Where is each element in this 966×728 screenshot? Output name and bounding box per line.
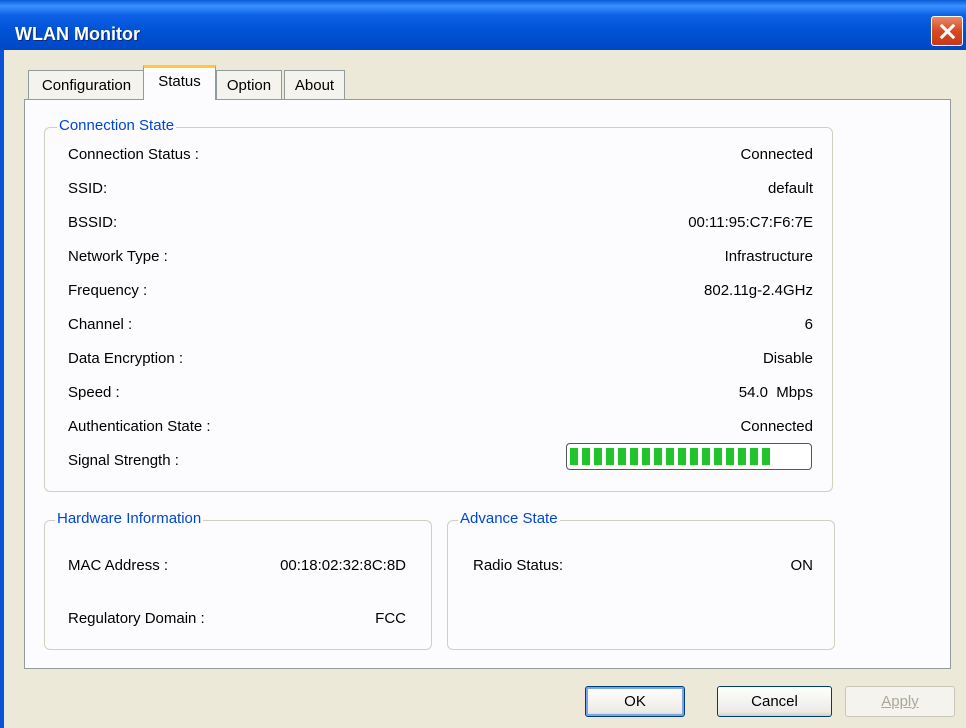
cancel-button[interactable]: Cancel xyxy=(717,686,832,717)
bssid-label: BSSID: xyxy=(68,214,118,231)
frequency-value: 802.11g-2.4GHz xyxy=(704,282,813,299)
authentication-state-value: Connected xyxy=(740,418,813,435)
network-type-label: Network Type : xyxy=(68,248,168,265)
ssid-value: default xyxy=(767,180,813,197)
signal-strength-meter xyxy=(566,443,812,470)
radio-status-label: Radio Status: xyxy=(473,557,564,574)
ok-button[interactable]: OK xyxy=(585,686,685,717)
tab-configuration[interactable]: Configuration xyxy=(28,70,145,100)
signal-strength-fill xyxy=(570,448,773,465)
tab-about[interactable]: About xyxy=(284,70,345,100)
data-encryption-label: Data Encryption : xyxy=(68,350,184,367)
speed-label: Speed : xyxy=(68,384,120,401)
hardware-information-legend: Hardware Information xyxy=(55,510,204,527)
regulatory-domain-value: FCC xyxy=(375,610,406,627)
channel-value: 6 xyxy=(804,316,813,333)
close-icon[interactable] xyxy=(931,16,963,46)
connection-state-legend: Connection State xyxy=(57,117,177,134)
network-type-value: Infrastructure xyxy=(724,248,813,265)
window-title: WLAN Monitor xyxy=(15,24,140,44)
mac-address-label: MAC Address : xyxy=(68,557,169,574)
tab-status[interactable]: Status xyxy=(143,65,216,100)
hardware-information-group: Hardware Information xyxy=(44,510,432,650)
connection-state-group: Connection State xyxy=(44,117,833,492)
radio-status-value: ON xyxy=(790,557,814,574)
apply-button[interactable]: Apply xyxy=(845,686,955,717)
tab-option[interactable]: Option xyxy=(216,70,282,100)
window-border xyxy=(0,50,4,728)
connection-status-value: Connected xyxy=(740,146,813,163)
frequency-label: Frequency : xyxy=(68,282,148,299)
authentication-state-label: Authentication State : xyxy=(68,418,211,435)
channel-label: Channel : xyxy=(68,316,133,333)
data-encryption-value: Disable xyxy=(762,350,813,367)
advance-state-group: Advance State xyxy=(447,510,835,650)
regulatory-domain-label: Regulatory Domain : xyxy=(68,610,205,627)
apply-button-label: Apply xyxy=(881,693,919,710)
speed-value: 54.0 Mbps xyxy=(738,384,813,401)
title-bar[interactable]: WLAN Monitor xyxy=(0,0,966,50)
bssid-value: 00:11:95:C7:F6:7E xyxy=(688,214,813,231)
ssid-label: SSID: xyxy=(68,180,108,197)
mac-address-value: 00:18:02:32:8C:8D xyxy=(280,557,406,574)
signal-strength-label: Signal Strength : xyxy=(68,452,179,469)
status-panel: Connection State Connection Status : Con… xyxy=(24,99,951,669)
wlan-monitor-window: WLAN Monitor Configuration Status Option… xyxy=(0,0,966,728)
connection-status-label: Connection Status : xyxy=(68,146,199,163)
advance-state-legend: Advance State xyxy=(458,510,560,527)
